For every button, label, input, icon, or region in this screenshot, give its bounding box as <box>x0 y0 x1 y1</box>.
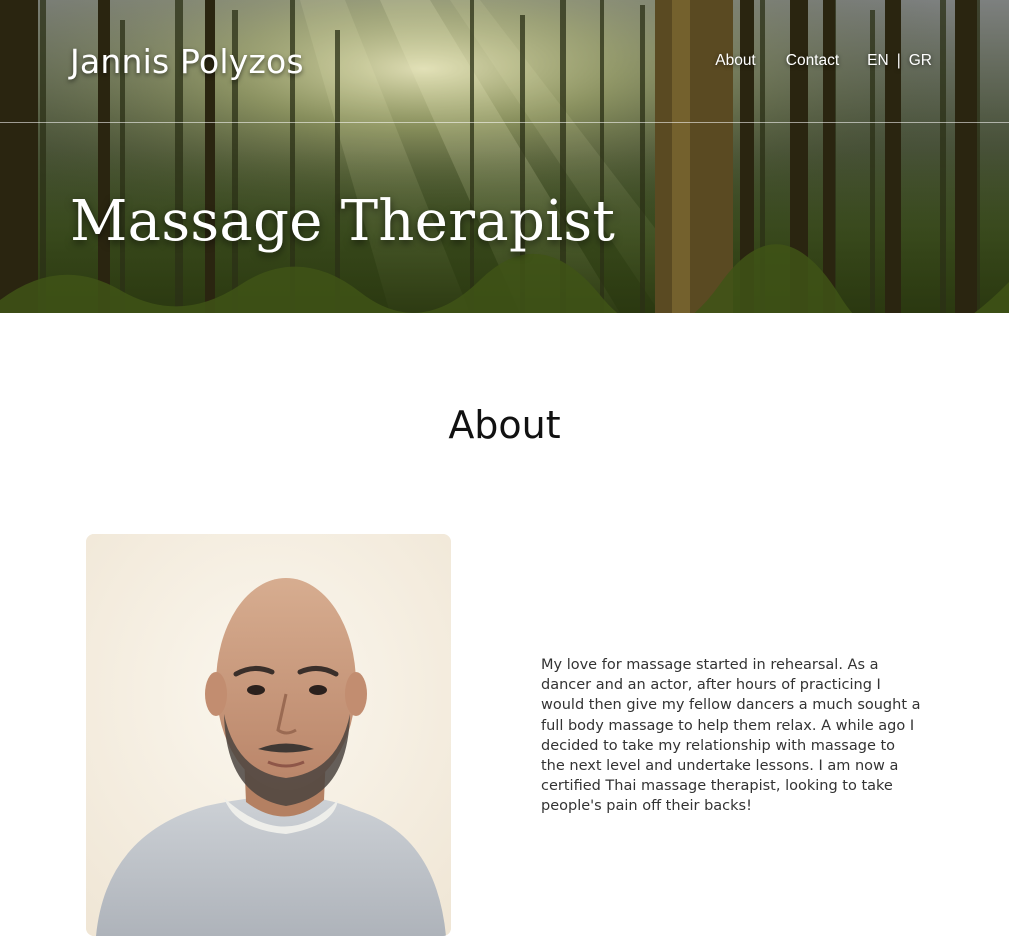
about-bio-text: My love for massage started in rehearsal… <box>541 657 921 815</box>
hero-banner: Jannis Polyzos About Contact EN | GR Mas… <box>0 0 1009 313</box>
language-switcher: EN | GR <box>867 51 932 71</box>
nav-about-link[interactable]: About <box>715 51 756 71</box>
hero-title: Massage Therapist <box>70 189 616 254</box>
lang-gr-link[interactable]: GR <box>909 51 932 71</box>
lang-en-link[interactable]: EN <box>867 51 889 71</box>
main-nav: About Contact EN | GR <box>715 51 932 71</box>
site-brand[interactable]: Jannis Polyzos <box>70 40 304 84</box>
portrait-illustration <box>86 534 451 936</box>
lang-separator: | <box>896 52 901 69</box>
nav-contact-link[interactable]: Contact <box>786 51 839 71</box>
portrait-photo <box>86 534 451 936</box>
header-divider <box>0 122 1009 123</box>
about-heading: About <box>448 403 561 447</box>
